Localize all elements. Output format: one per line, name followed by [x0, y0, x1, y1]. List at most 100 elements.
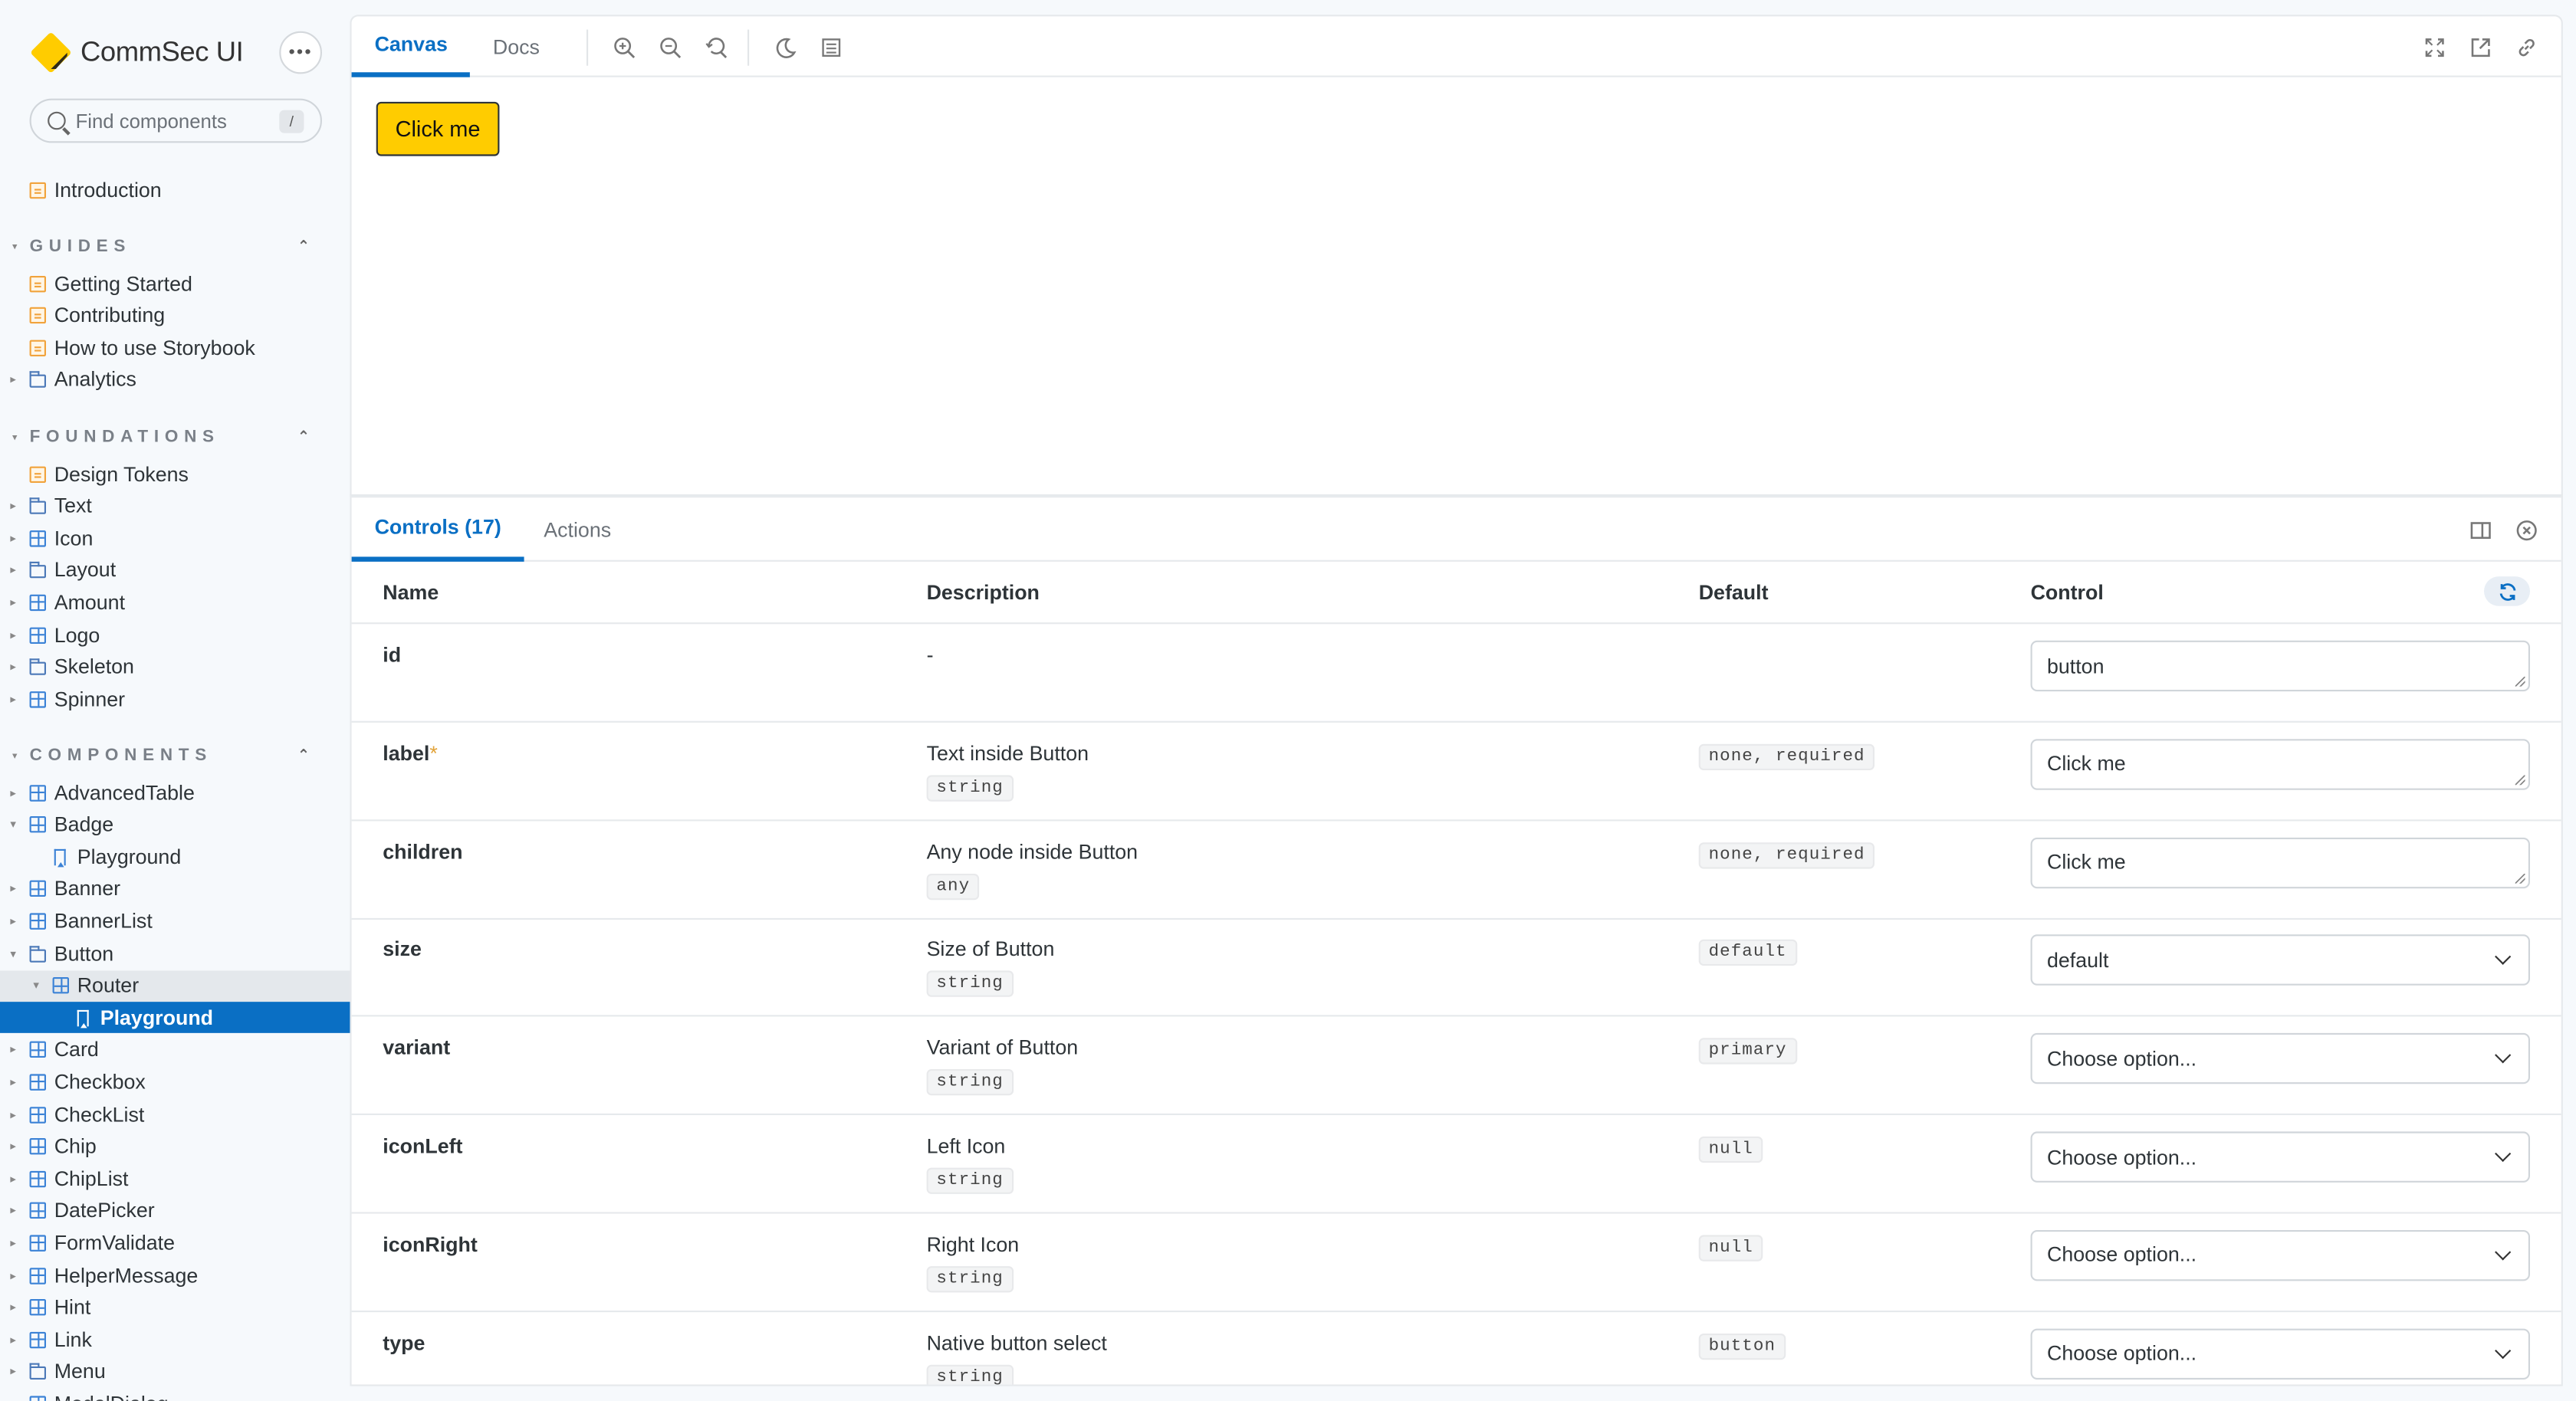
sidebar-item-label: Link: [54, 1327, 92, 1351]
sidebar-item-link[interactable]: ▸ Link: [0, 1324, 352, 1356]
folder-icon: [29, 658, 46, 675]
sidebar-item-text[interactable]: ▸ Text: [0, 491, 352, 522]
sidebar-item-datepicker[interactable]: ▸ DatePicker: [0, 1196, 352, 1227]
sidebar-item-chip[interactable]: ▸ Chip: [0, 1131, 352, 1163]
prop-default-badge: none, required: [1698, 743, 1875, 770]
label-text-input[interactable]: Click me: [2030, 738, 2530, 790]
control-row-iconleft: iconLeft Left Icon string null Choose option…: [351, 1115, 2561, 1214]
sidebar-item-design-tokens[interactable]: Design Tokens: [0, 458, 352, 490]
prop-description: Left Icon string: [926, 1135, 1014, 1194]
caret-down-icon: ▾: [10, 819, 16, 832]
sidebar-item-skeleton[interactable]: ▸ Skeleton: [0, 651, 352, 683]
sidebar-item-checkbox[interactable]: ▸ Checkbox: [0, 1067, 352, 1098]
sidebar-item-formvalidate[interactable]: ▸ FormValidate: [0, 1228, 352, 1259]
moon-icon[interactable]: [772, 34, 797, 59]
sidebar-item-helpermessage[interactable]: ▸ HelperMessage: [0, 1260, 352, 1291]
prop-default-badge: null: [1698, 1136, 1763, 1163]
sidebar-item-logo[interactable]: ▸ Logo: [0, 619, 352, 651]
children-text-input[interactable]: Click me: [2030, 836, 2530, 888]
size-select[interactable]: default: [2030, 935, 2530, 986]
search-icon: [48, 111, 66, 130]
sidebar-item-advancedtable[interactable]: ▸ AdvancedTable: [0, 777, 352, 809]
sidebar-item-contributing[interactable]: Contributing: [0, 300, 352, 331]
sidebar-item-label: Introduction: [54, 178, 162, 202]
caret-right-icon: ▸: [10, 500, 16, 513]
iconright-select[interactable]: Choose option...: [2030, 1229, 2530, 1281]
prop-name: children: [383, 840, 462, 863]
panel-orientation-icon[interactable]: [2468, 517, 2492, 542]
component-icon: [29, 784, 46, 801]
id-text-input[interactable]: button: [2030, 640, 2530, 692]
sidebar-item-banner[interactable]: ▸ Banner: [0, 874, 352, 905]
tab-canvas[interactable]: Canvas: [351, 16, 471, 77]
tab-actions[interactable]: Actions: [544, 497, 611, 562]
sidebar-item-badge[interactable]: ▾ Badge: [0, 809, 352, 841]
caret-down-icon: ▾: [12, 432, 18, 443]
collapse-all-icon[interactable]: ⌃: [297, 746, 310, 766]
more-options-button[interactable]: •••: [279, 31, 322, 74]
sidebar-item-analytics[interactable]: ▸ Analytics: [0, 364, 352, 395]
sidebar-item-modaldialog[interactable]: ▸ ModalDialog: [0, 1389, 352, 1401]
type-select[interactable]: Choose option...: [2030, 1327, 2530, 1380]
sidebar-item-label: Analytics: [54, 368, 136, 392]
control-row-iconright: iconRight Right Icon string null Choose opti…: [351, 1213, 2561, 1312]
copy-link-icon[interactable]: [2514, 34, 2538, 59]
reset-controls-button[interactable]: [2484, 576, 2530, 606]
sidebar-item-label: Router: [77, 973, 140, 997]
preview-toolbar: Canvas Docs: [351, 16, 2561, 77]
variant-select[interactable]: Choose option...: [2030, 1033, 2530, 1084]
sidebar-item-label: Badge: [54, 812, 114, 836]
sidebar-item-getting-started[interactable]: Getting Started: [0, 267, 352, 299]
sidebar-item-chiplist[interactable]: ▸ ChipList: [0, 1163, 352, 1195]
prop-name-text: label: [383, 742, 430, 766]
prop-description: Any node inside Button any: [926, 840, 1138, 900]
chevron-down-icon: [2495, 949, 2512, 966]
prop-description: Native button select string: [926, 1331, 1107, 1385]
tab-controls[interactable]: Controls (17): [351, 497, 524, 562]
sidebar-item-hint[interactable]: ▸ Hint: [0, 1292, 352, 1324]
canvas-click-me-button[interactable]: Click me: [376, 101, 500, 156]
folder-icon: [29, 945, 46, 962]
component-icon: [29, 1299, 46, 1316]
sidebar-item-checklist[interactable]: ▸ CheckList: [0, 1099, 352, 1130]
fullscreen-icon[interactable]: [2422, 34, 2446, 59]
iconleft-select[interactable]: Choose option...: [2030, 1131, 2530, 1183]
zoom-out-icon[interactable]: [657, 34, 682, 59]
search-input[interactable]: Find components /: [29, 98, 323, 143]
sidebar: CommSec UI ••• Find components / Introdu…: [0, 0, 352, 1401]
sidebar-item-icon[interactable]: ▸ Icon: [0, 523, 352, 554]
prop-name: iconLeft: [383, 1135, 462, 1158]
sidebar-item-button[interactable]: ▾ Button: [0, 938, 352, 970]
close-panel-icon[interactable]: [2514, 517, 2538, 542]
sidebar-item-router[interactable]: ▾ Router: [0, 970, 352, 1002]
control-row-children: children Any node inside Button any none, r…: [351, 821, 2561, 920]
section-components[interactable]: ▾ COMPONENTS ⌃: [0, 743, 352, 769]
sidebar-item-playground[interactable]: Playground: [0, 842, 352, 873]
caret-down-icon: ▾: [12, 242, 18, 252]
collapse-all-icon[interactable]: ⌃: [297, 236, 310, 256]
collapse-all-icon[interactable]: ⌃: [297, 427, 310, 447]
sidebar-item-playground[interactable]: Playground: [0, 1002, 352, 1034]
open-new-tab-icon[interactable]: [2468, 34, 2492, 59]
tab-docs[interactable]: Docs: [493, 16, 540, 77]
zoom-reset-icon[interactable]: [703, 34, 728, 59]
section-foundations[interactable]: ▾ FOUNDATIONS ⌃: [0, 424, 352, 450]
brand[interactable]: CommSec UI: [30, 30, 244, 76]
sidebar-item-bannerlist[interactable]: ▸ BannerList: [0, 906, 352, 937]
measure-icon[interactable]: [818, 34, 843, 59]
component-icon: [29, 1235, 46, 1252]
sidebar-item-label: Getting Started: [54, 271, 192, 295]
section-guides[interactable]: ▾ GUIDES ⌃: [0, 233, 352, 259]
sidebar-item-card[interactable]: ▸ Card: [0, 1035, 352, 1066]
sidebar-item-introduction[interactable]: Introduction: [0, 174, 352, 205]
sidebar-item-amount[interactable]: ▸ Amount: [0, 587, 352, 618]
zoom-in-icon[interactable]: [611, 34, 636, 59]
doc-icon: [29, 465, 46, 482]
sidebar-item-spinner[interactable]: ▸ Spinner: [0, 684, 352, 715]
prop-default-badge: null: [1698, 1234, 1763, 1262]
sidebar-item-how-to-use-storybook[interactable]: How to use Storybook: [0, 332, 352, 363]
caret-right-icon: ▸: [7, 1397, 20, 1400]
sidebar-item-menu[interactable]: ▸ Menu: [0, 1357, 352, 1388]
caret-right-icon: ▸: [10, 1206, 16, 1218]
sidebar-item-layout[interactable]: ▸ Layout: [0, 555, 352, 586]
